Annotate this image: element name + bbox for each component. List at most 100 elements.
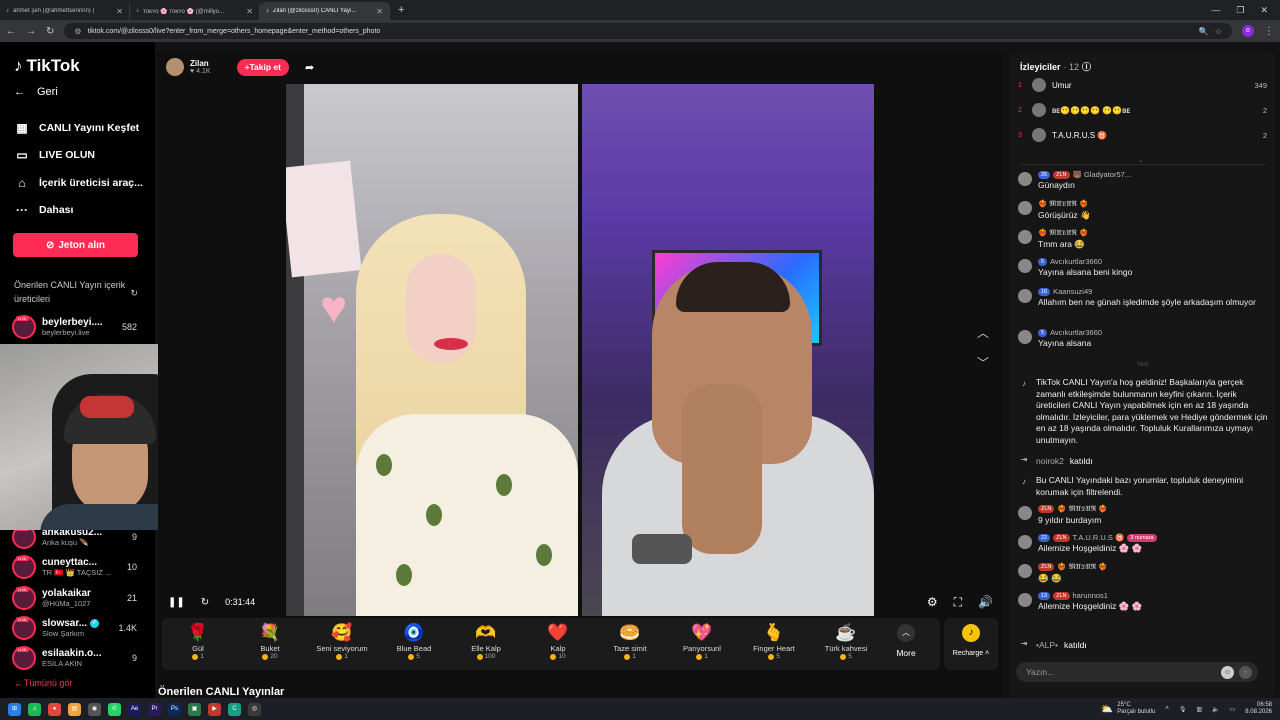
nav-creator-tools[interactable]: ⌂ İçerik üreticisi araç... (14, 176, 143, 190)
pause-icon[interactable]: ❚❚ (168, 597, 185, 608)
next-stream-icon[interactable]: ﹀ (977, 354, 989, 371)
weather-widget[interactable]: ⛅ 25°C Parçalı bulutlu (1101, 702, 1155, 716)
chat-username[interactable]: ❤️‍🔥 𝕸𝖀̈𝕯𝖀̈𝕽 ❤️‍🔥 (1038, 228, 1088, 238)
avatar[interactable] (1018, 564, 1032, 578)
microphone-icon[interactable]: 🎙 (1179, 706, 1187, 713)
whatsapp-icon[interactable]: ✆ (108, 702, 121, 716)
get-coins-button[interactable]: ⊘ Jeton alın (13, 233, 138, 257)
avatar[interactable] (1018, 535, 1032, 549)
recharge-button[interactable]: ♪ Recharge ˄ (944, 618, 998, 670)
chat-input[interactable]: Yazın... ☺ ↑ (1016, 662, 1258, 682)
discord-icon[interactable]: ◉ (88, 702, 101, 716)
top-viewer-row[interactable]: 1 Umur 349 (1018, 77, 1267, 93)
browser-tab[interactable]: ♪ ᴛᴏᴋʏᴏ 🌸 ᴛᴏᴋʏᴏ 🌸 (@millyo... ✕ (130, 2, 260, 20)
url-field[interactable]: ⚙ tiktok.com/@zilosss0/live?enter_from_m… (64, 23, 1232, 39)
avatar[interactable] (1018, 172, 1032, 186)
nav-more[interactable]: ··· Dahası (14, 203, 73, 217)
windows-start-icon[interactable]: ⊞ (8, 702, 21, 716)
chat-username[interactable]: Avcıkurtlar3660 (1050, 257, 1102, 266)
browser-menu-icon[interactable]: ⋮ (1264, 26, 1274, 37)
expand-viewers-icon[interactable]: ⌄ (1138, 156, 1144, 164)
battery-icon[interactable]: ▭ (1230, 706, 1236, 713)
suggested-creator[interactable]: LIVE yolakaikar @HüMa_1027 21 (12, 585, 137, 611)
avatar[interactable] (1018, 201, 1032, 215)
avatar[interactable] (1018, 259, 1032, 273)
app-icon[interactable]: ▣ (188, 702, 201, 716)
app-icon[interactable]: C (228, 702, 241, 716)
gift-item[interactable]: ☕ Türk kahvesi 5 (810, 622, 882, 660)
chat-username[interactable]: harunnos1 (1073, 591, 1108, 600)
chat-username[interactable]: ❤️‍🔥 𝕸𝖀̈𝕯𝖀̈𝕽 ❤️‍🔥 (1057, 504, 1107, 514)
top-viewer-row[interactable]: 3 T.A.U.R.U.S ♉ 2 (1018, 127, 1267, 143)
close-tab-icon[interactable]: ✕ (116, 7, 123, 16)
nav-explore-live[interactable]: ▦ CANLI Yayını Keşfet (14, 121, 139, 135)
speaker-icon[interactable]: 🔈 (1212, 706, 1219, 713)
suggested-creator[interactable]: LIVE slowsar... ✓ Slow Şarkım 1.4K (12, 615, 137, 641)
host-name[interactable]: Zilan (190, 59, 211, 68)
fullscreen-icon[interactable]: ⛶ (954, 595, 962, 610)
video-left-participant[interactable]: ♥ (286, 84, 578, 616)
tiktok-logo[interactable]: ♪ TikTok (14, 56, 80, 76)
gift-item[interactable]: 🧿 Blue Bead 5 (378, 622, 450, 660)
refresh-icon[interactable]: ↻ (201, 597, 209, 608)
volume-icon[interactable]: 🔊 (978, 595, 993, 610)
bookmark-star-icon[interactable]: ☆ (1215, 27, 1222, 36)
avatar[interactable] (1018, 593, 1032, 607)
minimize-icon[interactable]: — (1211, 5, 1220, 16)
gift-item[interactable]: 🥰 Seni seviyorum 1 (306, 622, 378, 660)
premiere-icon[interactable]: Pr (148, 702, 161, 716)
joined-username[interactable]: •ALP• (1036, 640, 1058, 650)
chat-username[interactable]: ❤️‍🔥 𝕸𝖀̈𝕯𝖀̈𝕽 ❤️‍🔥 (1038, 199, 1088, 209)
app-icon[interactable]: ● (48, 702, 61, 716)
avatar[interactable] (1018, 330, 1032, 344)
spotify-icon[interactable]: ♫ (28, 702, 41, 716)
after-effects-icon[interactable]: Ae (128, 702, 141, 716)
app-icon[interactable]: ▶ (208, 702, 221, 716)
suggested-creator[interactable]: LIVE beylerbeyi.... beylerbeyi.live 582 (12, 314, 137, 340)
zoom-icon[interactable]: 🔍 (1199, 27, 1209, 36)
avatar[interactable] (1018, 230, 1032, 244)
refresh-icon[interactable]: ↻ (130, 286, 138, 300)
help-icon[interactable]: ⓘ (1082, 60, 1091, 73)
gift-item[interactable]: 🥯 Taze simit 1 (594, 622, 666, 660)
maximize-icon[interactable]: ❐ (1236, 5, 1244, 16)
chrome-icon[interactable]: ◎ (248, 702, 261, 716)
reload-icon[interactable]: ↻ (46, 26, 54, 37)
clock[interactable]: 06:58 8.08.2026 (1245, 702, 1272, 717)
nav-go-live[interactable]: ▭ LIVE OLUN (14, 148, 95, 162)
chat-username[interactable]: Avcıkurtlar3660 (1050, 328, 1102, 337)
see-all-link[interactable]: ⌄ Tümünü gör (14, 678, 72, 689)
settings-gear-icon[interactable]: ⚙ (927, 595, 938, 610)
browser-tab[interactable]: ♪ ahmet şen (@ahmettsennnn) | ✕ (0, 2, 130, 20)
host-avatar[interactable] (166, 58, 184, 76)
more-gifts-button[interactable]: ︿ More (882, 622, 930, 658)
send-arrow-icon[interactable]: ↑ (1239, 665, 1252, 679)
gift-item[interactable]: 🌹 Gül 1 (162, 622, 234, 660)
site-info-icon[interactable]: ⚙ (74, 27, 81, 36)
suggested-creator[interactable]: LIVE cuneyttac... TR 🇹🇷 👑 TAÇSIZ ... 10 (12, 554, 137, 580)
close-window-icon[interactable]: ✕ (1260, 5, 1268, 16)
browser-tab-active[interactable]: ♪ Zilan (@zilosss0) CANLI Yayı... ✕ (260, 2, 390, 20)
profile-avatar-icon[interactable]: o (1242, 25, 1254, 37)
gift-item[interactable]: 🫰 Finger Heart 5 (738, 622, 810, 660)
gift-item[interactable]: 💐 Buket 20 (234, 622, 306, 660)
gift-item[interactable]: ❤️ Kalp 10 (522, 622, 594, 660)
top-viewer-row[interactable]: 2 ʙᴇ😶😶😶😶 😶😶ʙᴇ 2 (1018, 102, 1267, 118)
chat-username[interactable]: T.A.U.R.U.S ♉ (1073, 533, 1125, 542)
emoji-icon[interactable]: ☺ (1221, 665, 1234, 679)
previous-stream-icon[interactable]: ︿ (977, 324, 989, 341)
close-tab-icon[interactable]: ✕ (246, 7, 253, 16)
network-icon[interactable]: ▥ (1196, 706, 1202, 713)
gift-item[interactable]: 💖 Parıyorsunl 1 (666, 622, 738, 660)
chat-username[interactable]: Kaansuzi49 (1053, 287, 1092, 296)
follow-button[interactable]: + Takip et (236, 58, 289, 76)
back-arrow-icon[interactable]: ← (6, 26, 16, 37)
gift-item[interactable]: 🫶 Elle Kalp 100 (450, 622, 522, 660)
back-link[interactable]: ← Geri (14, 86, 58, 98)
suggested-creator[interactable]: LIVE esilaakin.o... ESİLA AKIN 9 (12, 645, 137, 671)
avatar[interactable] (1018, 289, 1032, 303)
file-explorer-icon[interactable]: ▤ (68, 702, 81, 716)
joined-username[interactable]: noirok2 (1036, 456, 1064, 466)
avatar[interactable] (1018, 506, 1032, 520)
chevron-up-icon[interactable]: ˄ (1165, 706, 1169, 712)
